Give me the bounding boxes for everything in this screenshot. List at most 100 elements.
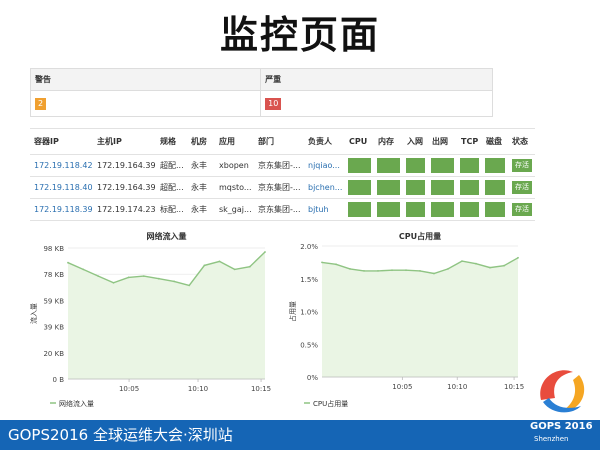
metric-indicator[interactable] — [460, 180, 479, 195]
metric-cell[interactable] — [482, 198, 508, 221]
column-header[interactable]: 规格 — [156, 128, 187, 155]
data-point[interactable] — [517, 256, 519, 259]
app-cell: xbopen — [215, 154, 254, 177]
data-point[interactable] — [489, 266, 491, 269]
data-point[interactable] — [377, 270, 379, 272]
column-header[interactable]: 机房 — [187, 128, 215, 155]
metric-indicator[interactable] — [485, 158, 505, 173]
data-point[interactable] — [335, 263, 337, 266]
metric-indicator[interactable] — [377, 158, 400, 173]
metric-indicator[interactable] — [431, 180, 454, 195]
critical-header: 严重 — [260, 68, 493, 91]
data-point[interactable] — [233, 268, 236, 271]
data-point[interactable] — [503, 264, 505, 267]
data-point[interactable] — [363, 270, 365, 272]
column-header[interactable]: CPU — [345, 128, 374, 155]
metric-cell[interactable] — [403, 154, 428, 177]
column-header[interactable]: 内存 — [374, 128, 403, 155]
status-button[interactable]: 存活 — [512, 181, 532, 194]
metric-cell[interactable] — [374, 176, 403, 199]
data-point[interactable] — [112, 281, 115, 284]
legend-label[interactable]: 网络流入量 — [59, 399, 94, 408]
container-ip-cell[interactable]: 172.19.118.42 — [30, 154, 93, 177]
metric-indicator[interactable] — [348, 180, 371, 195]
metric-cell[interactable] — [428, 198, 457, 221]
metric-cell[interactable] — [374, 154, 403, 177]
data-point[interactable] — [203, 264, 206, 267]
table-row[interactable]: 172.19.118.40 172.19.164.39 超配... 永丰 mqsto..… — [30, 176, 535, 199]
metric-cell[interactable] — [457, 198, 482, 221]
metric-indicator[interactable] — [406, 202, 425, 217]
metric-cell[interactable] — [345, 154, 374, 177]
container-ip-cell[interactable]: 172.19.118.40 — [30, 176, 93, 199]
data-point[interactable] — [321, 261, 323, 264]
metric-indicator[interactable] — [431, 158, 454, 173]
metric-indicator[interactable] — [377, 180, 400, 195]
metric-indicator[interactable] — [348, 158, 371, 173]
column-header[interactable]: TCP — [457, 128, 482, 155]
status-button[interactable]: 存活 — [512, 203, 532, 216]
column-header[interactable]: 部门 — [254, 128, 304, 155]
metric-cell[interactable] — [457, 154, 482, 177]
critical-count-badge[interactable]: 10 — [265, 97, 282, 110]
column-header[interactable]: 状态 — [508, 128, 535, 155]
header-decoration — [0, 0, 600, 6]
column-header[interactable]: 应用 — [215, 128, 254, 155]
table-row[interactable]: 172.19.118.42 172.19.164.39 超配... 永丰 xbopen 京… — [30, 154, 535, 177]
metric-indicator[interactable] — [377, 202, 400, 217]
metric-cell[interactable] — [345, 198, 374, 221]
metric-indicator[interactable] — [406, 158, 425, 173]
legend-label[interactable]: CPU占用量 — [313, 399, 348, 408]
data-point[interactable] — [447, 268, 449, 270]
metric-cell[interactable] — [374, 198, 403, 221]
data-point[interactable] — [391, 269, 393, 272]
data-point[interactable] — [67, 261, 69, 264]
series-area — [322, 257, 518, 377]
network-inflow-chart: 网络流入量 0 B 20 KB 39 KB 59 KB 78 KB 98 KB 流入量 10:0… — [28, 228, 273, 413]
owner-cell[interactable]: bjtuh — [304, 198, 345, 221]
metric-indicator[interactable] — [460, 158, 479, 173]
owner-cell[interactable]: bjchen... — [304, 176, 345, 199]
data-point[interactable] — [475, 262, 477, 265]
metric-cell[interactable] — [457, 176, 482, 199]
owner-cell[interactable]: njqiao... — [304, 154, 345, 177]
column-header[interactable]: 容器IP — [30, 128, 93, 155]
metric-indicator[interactable] — [431, 202, 454, 217]
metric-indicator[interactable] — [460, 202, 479, 217]
metric-indicator[interactable] — [485, 202, 505, 217]
data-point[interactable] — [405, 269, 407, 272]
data-point[interactable] — [248, 265, 251, 268]
column-header[interactable]: 负责人 — [304, 128, 345, 155]
metric-cell[interactable] — [428, 154, 457, 177]
metric-indicator[interactable] — [406, 180, 425, 195]
data-point[interactable] — [158, 277, 160, 280]
container-ip-cell[interactable]: 172.19.118.39 — [30, 198, 93, 221]
status-button[interactable]: 存活 — [512, 159, 532, 172]
data-point[interactable] — [188, 284, 191, 287]
data-point[interactable] — [419, 270, 421, 272]
metric-cell[interactable] — [482, 176, 508, 199]
data-point[interactable] — [97, 275, 100, 277]
data-point[interactable] — [218, 260, 221, 263]
metric-cell[interactable] — [482, 154, 508, 177]
column-header[interactable]: 入网 — [403, 128, 428, 155]
metric-cell[interactable] — [428, 176, 457, 199]
column-header[interactable]: 磁盘 — [482, 128, 508, 155]
data-point[interactable] — [349, 268, 351, 270]
data-point[interactable] — [264, 251, 266, 253]
column-header[interactable]: 出网 — [428, 128, 457, 155]
warning-count-badge[interactable]: 2 — [35, 97, 47, 110]
data-point[interactable] — [142, 275, 145, 277]
data-point[interactable] — [433, 272, 435, 275]
table-row[interactable]: 172.19.118.39 172.19.174.23 标配... 永丰 sk_gaj.… — [30, 198, 535, 221]
data-point[interactable] — [127, 276, 130, 279]
metric-indicator[interactable] — [485, 180, 505, 195]
metric-cell[interactable] — [345, 176, 374, 199]
metric-cell[interactable] — [403, 176, 428, 199]
data-point[interactable] — [173, 280, 176, 283]
metric-cell[interactable] — [403, 198, 428, 221]
column-header[interactable]: 主机IP — [93, 128, 156, 155]
data-point[interactable] — [461, 260, 463, 262]
metric-indicator[interactable] — [348, 202, 371, 217]
data-point[interactable] — [82, 268, 85, 271]
